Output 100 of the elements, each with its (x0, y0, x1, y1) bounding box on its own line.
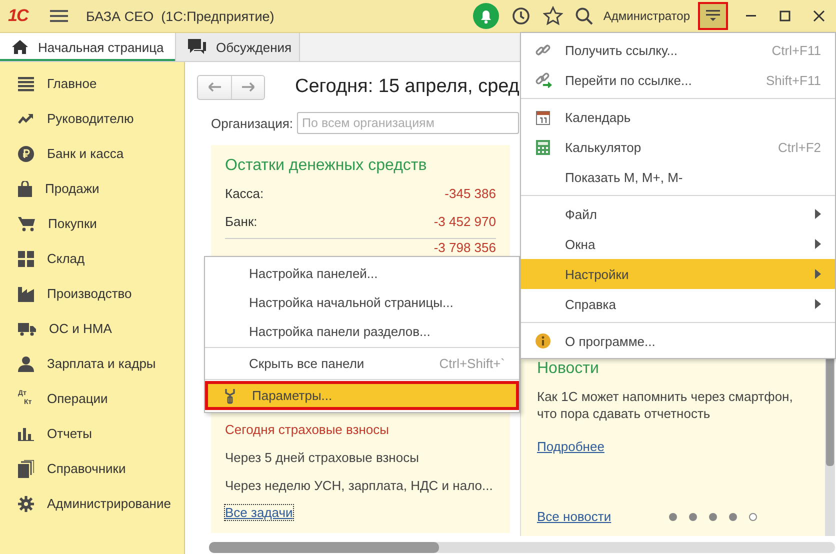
balance-value: -345 386 (444, 186, 496, 200)
menu-item-label: Настройки (565, 266, 630, 282)
menu-item-label: Справка (565, 296, 617, 312)
tab[interactable]: Обсуждения (176, 33, 300, 61)
shopping-bag-icon (18, 180, 32, 196)
stacked-pages-icon (18, 460, 34, 478)
card-title: Остатки денежных средств (225, 157, 428, 175)
ruble-coin-icon (18, 146, 34, 162)
gear-icon (18, 496, 34, 512)
sidebar-item[interactable]: Производство (0, 276, 184, 311)
bell-icon (473, 3, 500, 29)
close-icon (813, 10, 825, 22)
menu-item[interactable]: Настройка панели разделов... (205, 317, 519, 346)
menu-item-label: Параметры... (252, 388, 334, 403)
chain-link-arrow-icon (534, 72, 552, 88)
menu-item-label: Файл (565, 206, 598, 222)
all-tasks-link[interactable]: Все задачи (225, 505, 293, 520)
menu-item-label: Окна (565, 236, 596, 252)
pager-dot[interactable] (709, 512, 718, 520)
menu-item[interactable]: Показать M, M+, M- (521, 162, 835, 192)
sidebar-item[interactable]: Зарплата и кадры (0, 346, 184, 381)
wrench-icon (223, 388, 237, 404)
shortcut-label: Shift+F11 (766, 72, 821, 88)
person-icon (18, 356, 34, 372)
sidebar-item[interactable]: Главное (0, 66, 184, 101)
pager-dot[interactable] (669, 512, 678, 520)
main-menu-button[interactable] (698, 2, 728, 30)
speech-bubbles-icon (188, 39, 206, 55)
pager-dot[interactable] (729, 512, 738, 520)
menu-item-label: Настройка панели разделов... (249, 324, 432, 339)
calendar-icon (536, 110, 550, 124)
organization-field[interactable]: По всем организациям (297, 112, 520, 134)
sidebar-item[interactable]: Администрирование (0, 486, 184, 521)
notifications-button[interactable] (473, 2, 500, 30)
sidebar-item[interactable]: Справочники (0, 451, 184, 486)
left-arrow-icon (208, 82, 222, 92)
user-name[interactable]: Администратор (603, 9, 690, 23)
task-item[interactable]: Через неделю УСН, зарплата, НДС и нало... (225, 471, 496, 499)
menu-item-label: Получить ссылку... (565, 42, 679, 58)
sidebar-item[interactable]: ОС и НМА (0, 311, 184, 346)
history-icon (511, 6, 532, 26)
menu-item[interactable]: Настройка панелей... (205, 259, 519, 288)
page-heading: Сегодня: 15 апреля, сред (295, 76, 520, 98)
organization-label: Организация: (211, 116, 294, 130)
sidebar-item[interactable]: Покупки (0, 206, 184, 241)
balance-label: Банк: (225, 214, 258, 228)
balance-total: -3 798 356 (434, 240, 496, 255)
grid-icon (18, 250, 34, 266)
menu-item[interactable]: Настройки (521, 259, 835, 289)
app-logo: 1С (8, 6, 30, 26)
menu-item[interactable]: Скрыть все панели Ctrl+Shift+` (205, 349, 519, 378)
menu-caret-icon (706, 10, 720, 22)
sidebar-item[interactable]: Склад (0, 241, 184, 276)
window-title: БАЗА CEO (1С:Предприятие) (86, 8, 274, 24)
menu-item[interactable]: Настройка начальной страницы... (205, 288, 519, 317)
menu-item[interactable]: Параметры... (205, 381, 519, 410)
star-icon (543, 6, 564, 26)
list-icon (18, 76, 34, 92)
home-icon (12, 40, 28, 54)
menu-item-label: Калькулятор (565, 140, 642, 154)
menu-item[interactable]: Получить ссылку... Ctrl+F11 (521, 35, 835, 65)
search-icon (575, 7, 594, 25)
info-icon (535, 333, 551, 349)
task-item[interactable]: Сегодня страховые взносы (225, 415, 496, 443)
pager-dot[interactable] (749, 512, 758, 520)
minimize-icon (746, 15, 756, 17)
menu-item-label: Настройка начальной страницы... (249, 295, 454, 310)
news-title: Новости (537, 360, 600, 378)
sidebar-item[interactable]: Продажи (0, 171, 184, 206)
task-item[interactable]: Через 5 дней страховые взносы (225, 443, 496, 471)
menu-item-label: Настройка панелей... (249, 266, 379, 281)
balance-value: -3 452 970 (434, 214, 496, 228)
menu-item-label: Показать M, M+, M- (565, 170, 684, 184)
cart-icon (18, 216, 35, 232)
shortcut-label: Ctrl+F2 (778, 140, 821, 154)
menu-item[interactable]: Калькулятор Ctrl+F2 (521, 132, 835, 162)
pager-dot[interactable] (689, 512, 698, 520)
menu-item[interactable]: О программе... (521, 326, 835, 356)
tab[interactable]: Начальная страница (0, 33, 176, 61)
menu-item[interactable]: Календарь (521, 102, 835, 132)
sidebar-item[interactable]: Руководителю (0, 101, 184, 136)
menu-item-label: Скрыть все панели (249, 356, 366, 371)
sidebar-item[interactable]: Отчеты (0, 416, 184, 451)
menu-item[interactable]: Перейти по ссылке... Shift+F11 (521, 65, 835, 95)
horizontal-scrollbar[interactable] (209, 542, 835, 553)
menu-item[interactable]: Справка (521, 289, 835, 319)
menu-icon (50, 9, 68, 23)
menu-item[interactable]: Файл (521, 199, 835, 229)
truck-icon (18, 322, 36, 336)
menu-item-label: Календарь (565, 110, 632, 124)
sidebar-item[interactable]: Банк и касса (0, 136, 184, 171)
maximize-icon (779, 10, 791, 22)
menu-item-label: О программе... (565, 334, 656, 348)
calculator-icon (536, 140, 550, 154)
right-arrow-icon (241, 82, 255, 92)
all-news-link[interactable]: Все новости (537, 509, 612, 524)
more-link[interactable]: Подробнее (537, 439, 604, 454)
menu-item-label: Перейти по ссылке... (565, 72, 693, 88)
menu-item[interactable]: Окна (521, 229, 835, 259)
bar-chart-icon (18, 426, 34, 440)
